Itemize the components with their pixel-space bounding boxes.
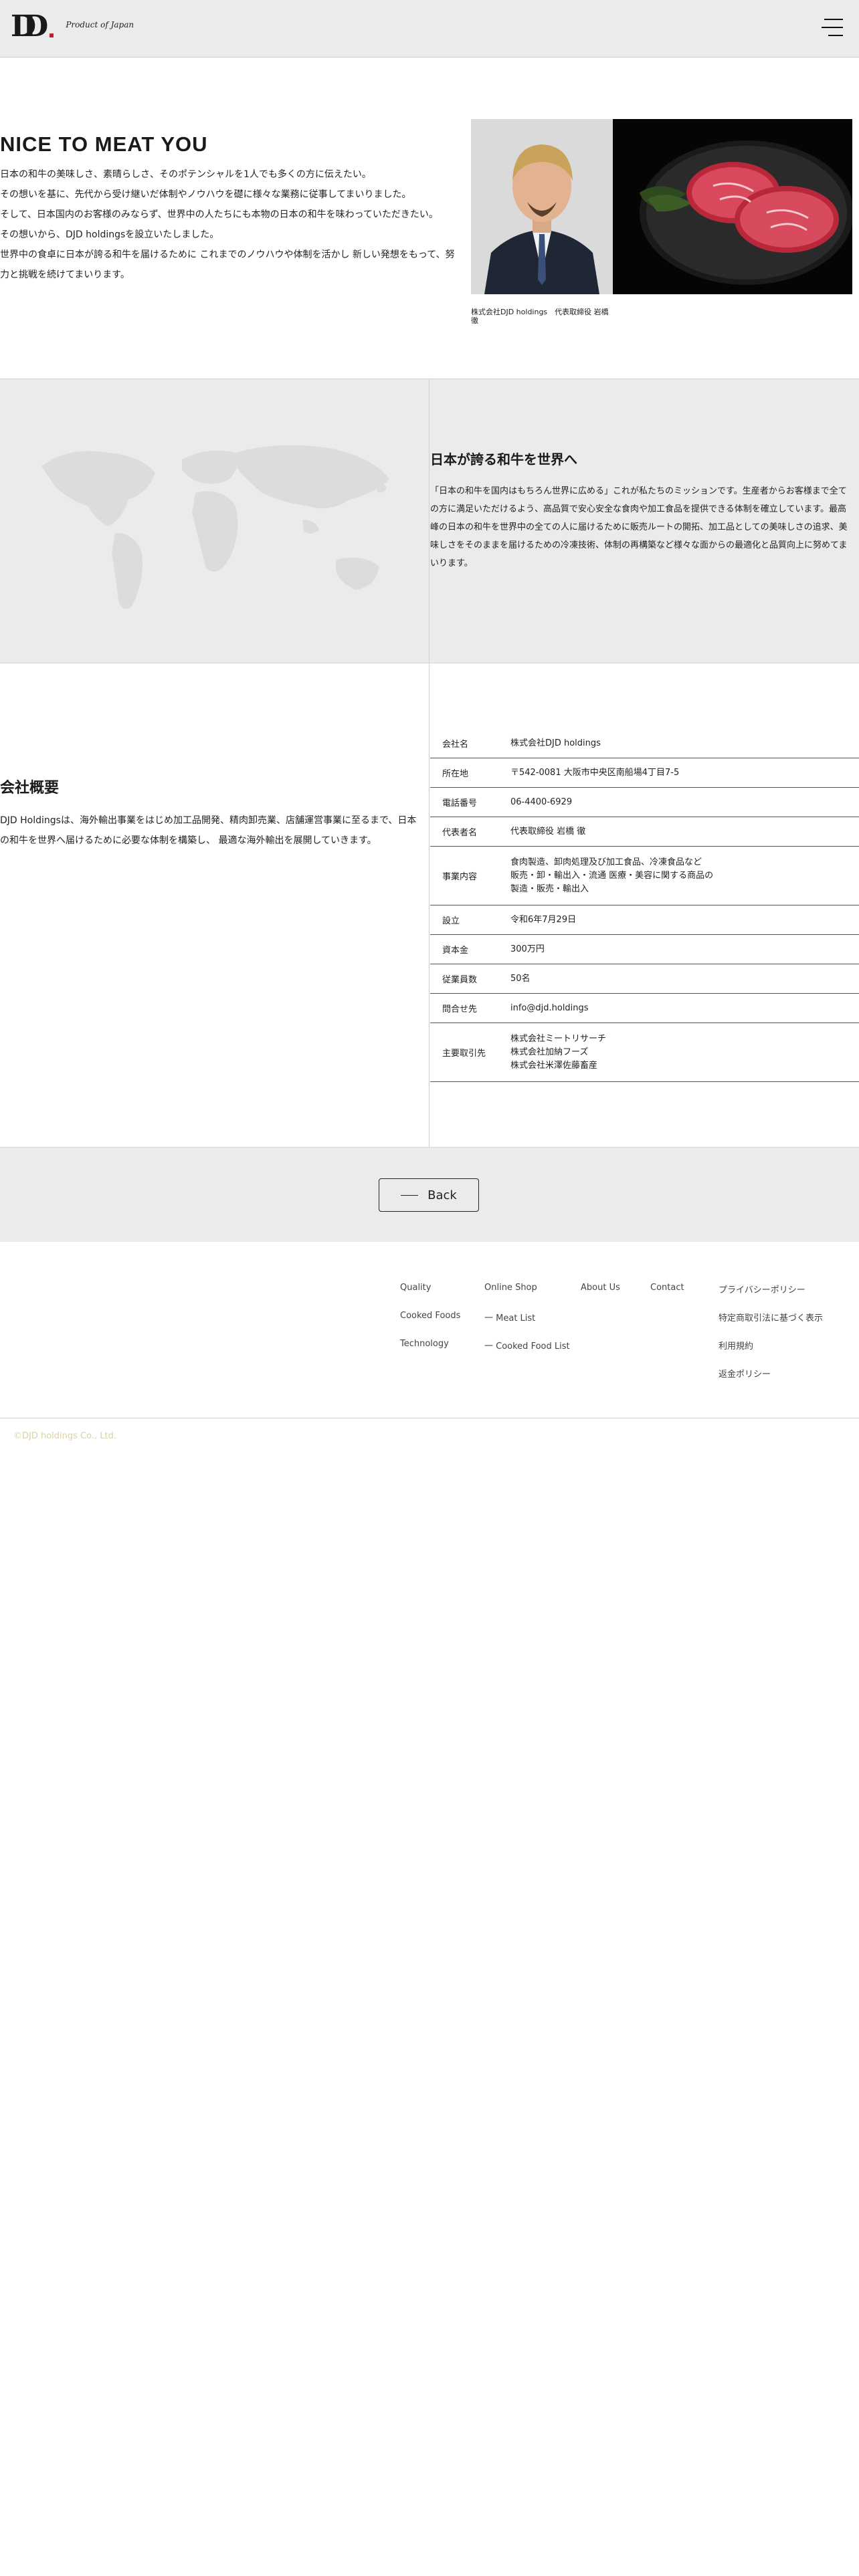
intro-paragraph: 世界中の食卓に日本が誇る和牛を届けるために これまでのノウハウや体制を活かし 新… [0,249,455,280]
row-label: 資本金 [442,946,469,956]
row-value: 株式会社ミートリサーチ 株式会社加納フーズ 株式会社米澤佐藤畜産 [510,1033,607,1071]
intro-paragraph: そして、日本国内のお客様のみならず、世界中の人たちにも本物の日本の和牛を味わって… [0,209,438,220]
row-label: 設立 [442,916,460,926]
back-button[interactable]: Back [379,1178,479,1212]
logo-red-dot [50,33,54,37]
world-map-illustration [15,419,416,633]
row-value[interactable]: info@djd.holdings [510,1002,859,1015]
wagyu-steak-photo [613,119,852,294]
ceo-photo [471,119,613,294]
copyright: ©DJD holdings Co., Ltd. [13,1431,116,1441]
footer-link-quality[interactable]: Quality [400,1283,431,1293]
row-value: 50名 [510,973,531,984]
row-value: 食肉製造、卸肉処理及び加工食品、冷凍食品など 販売・卸・輸出入・流通 医療・美容… [510,857,714,894]
footer-link-contact[interactable]: Contact [650,1283,684,1293]
row-label: 代表者名 [442,828,478,838]
photo-caption: 株式会社DJD holdings 代表取締役 岩橋 徹 [471,308,616,325]
logo-tagline: Product of Japan [66,20,134,29]
company-divider [429,664,430,1147]
intro-paragraph: その想いを基に、先代から受け継いだ体制やノウハウを礎に様々な業務に従事してまいり… [0,189,411,200]
company-title: 会社概要 [0,780,60,796]
row-label: 問合せ先 [442,1004,478,1014]
row-label: 会社名 [442,740,469,750]
table-row: 代表者名 代表取締役 岩橋 徹 [430,817,859,847]
footer-link-technology[interactable]: Technology [400,1339,449,1349]
row-label: 事業内容 [442,872,478,882]
back-label: Back [427,1188,457,1202]
mission-divider [429,379,430,663]
table-row: 電話番号 06-4400-6929 [430,788,859,817]
row-value: 代表取締役 岩橋 徹 [510,826,586,837]
company-info-table: 会社名 株式会社DJD holdings 所在地 〒542-0081 大阪市中央区南… [430,729,859,1082]
table-row: 問合せ先 info@djd.holdings [430,994,859,1023]
intro-text: 日本の和牛の美味しさ、素晴らしさ、そのポテンシャルを1人でも多くの方に伝えたい。… [0,165,462,285]
hamburger-menu-icon[interactable] [822,19,843,36]
row-label: 電話番号 [442,798,478,809]
table-row: 従業員数 50名 [430,964,859,994]
row-value: 〒542-0081 大阪市中央区南船場4丁目7-5 [510,767,680,778]
row-label: 従業員数 [442,975,478,985]
back-line-icon [401,1194,419,1196]
row-value: 300万円 [510,944,545,954]
footer-link-terms[interactable]: 利用規約 [719,1339,753,1352]
table-row: 資本金 300万円 [430,935,859,964]
footer-link-cooked-food-list[interactable]: 一 Cooked Food List [484,1339,570,1352]
table-row: 会社名 株式会社DJD holdings [430,729,859,758]
company-text: DJD Holdingsは、海外輸出事業をはじめ加工品開発、精肉卸売業、店舗運営… [0,815,417,846]
row-value: 令和6年7月29日 [510,914,577,925]
footer-link-online-shop[interactable]: Online Shop [484,1283,537,1293]
row-label: 所在地 [442,769,469,779]
back-section: Back [0,1147,859,1242]
footer-link-commercial-transactions[interactable]: 特定商取引法に基づく表示 [719,1311,823,1323]
intro-paragraph: 日本の和牛の美味しさ、素晴らしさ、そのポテンシャルを1人でも多くの方に伝えたい。 [0,169,371,180]
table-row: 事業内容 食肉製造、卸肉処理及び加工食品、冷凍食品など 販売・卸・輸出入・流通 医… [430,847,859,905]
row-value: 06-4400-6929 [510,796,573,807]
table-row: 所在地 〒542-0081 大阪市中央区南船場4丁目7-5 [430,758,859,788]
intro-title: NICE TO MEAT YOU [0,132,208,156]
footer-link-privacy-policy[interactable]: プライバシーポリシー [719,1283,805,1295]
table-row: 主要取引先 株式会社ミートリサーチ 株式会社加納フーズ 株式会社米澤佐藤畜産 [430,1023,859,1082]
mission-title: 日本が誇る和牛を世界へ [430,451,577,467]
table-row: 設立 令和6年7月29日 [430,905,859,935]
site-header: DD Product of Japan [0,0,859,58]
mission-text: 「日本の和牛を国内はもちろん世界に広める」これが私たちのミッションです。生産者か… [430,486,848,568]
mission-section: 日本が誇る和牛を世界へ 「日本の和牛を国内はもちろん世界に広める」これが私たちの… [0,379,859,663]
row-label: 主要取引先 [442,1049,486,1059]
site-logo[interactable]: DD Product of Japan [11,12,134,41]
footer-link-meat-list[interactable]: 一 Meat List [484,1311,535,1323]
footer-link-refund-policy[interactable]: 返金ポリシー [719,1367,771,1380]
intro-paragraph: その想いから、DJD holdingsを設立いたしました。 [0,229,219,240]
footer-link-cooked-foods[interactable]: Cooked Foods [400,1311,460,1321]
logo-mark-second: D [23,9,48,43]
footer-link-about-us[interactable]: About Us [581,1283,620,1293]
row-value: 株式会社DJD holdings [510,738,601,748]
